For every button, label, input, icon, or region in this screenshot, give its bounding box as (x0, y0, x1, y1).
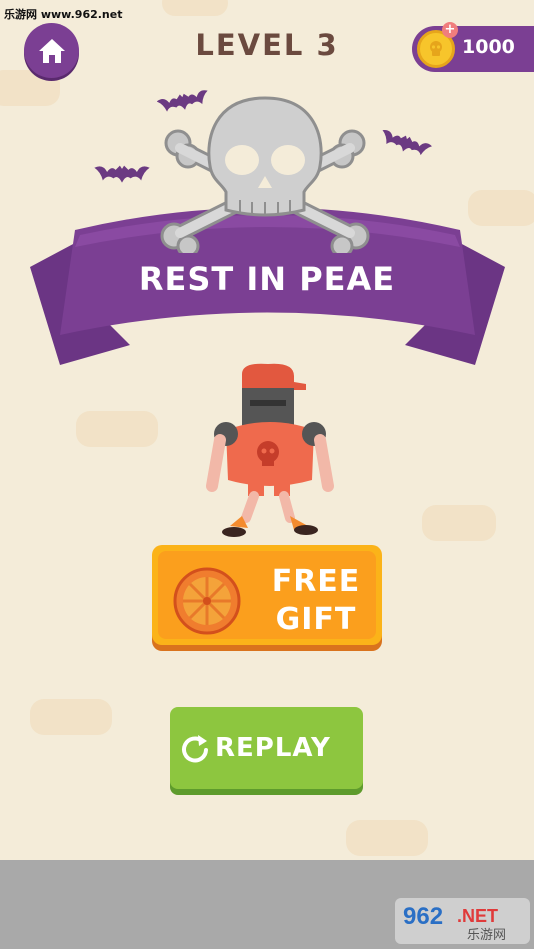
wheel-icon (173, 567, 241, 635)
free-gift-face: FREE GIFT (158, 551, 376, 639)
free-gift-button[interactable]: FREE GIFT (152, 545, 382, 645)
svg-text:962: 962 (403, 903, 443, 930)
site-logo: 962 .NET 乐游网 (395, 898, 530, 944)
background-brick (346, 820, 428, 856)
background-brick (76, 411, 158, 447)
coin-count: 1000 (462, 36, 515, 58)
background-brick (162, 0, 228, 16)
result-banner-text: REST IN PEAE (138, 260, 396, 298)
replay-button[interactable]: REPLAY (170, 707, 363, 789)
replay-icon (182, 735, 208, 763)
svg-text:乐游网: 乐游网 (467, 928, 506, 943)
free-gift-line1: FREE (271, 564, 361, 599)
skull-crossbones-icon (160, 96, 370, 253)
bat-icon (94, 165, 150, 183)
background-brick (30, 699, 112, 735)
bat-icon (382, 129, 432, 156)
watermark: 乐游网 www.962.net (4, 8, 123, 21)
plus-icon[interactable]: + (442, 22, 458, 38)
background-brick (422, 505, 496, 541)
replay-label: REPLAY (215, 733, 331, 763)
coin-counter: + 1000 (412, 22, 534, 72)
knight-character (206, 363, 334, 537)
game-screen: 乐游网 www.962.net LEVEL 3 + 1000 REST IN P… (0, 0, 534, 860)
svg-text:.NET: .NET (457, 906, 498, 926)
free-gift-label: FREE GIFT (256, 563, 376, 639)
free-gift-line2: GIFT (275, 602, 357, 637)
